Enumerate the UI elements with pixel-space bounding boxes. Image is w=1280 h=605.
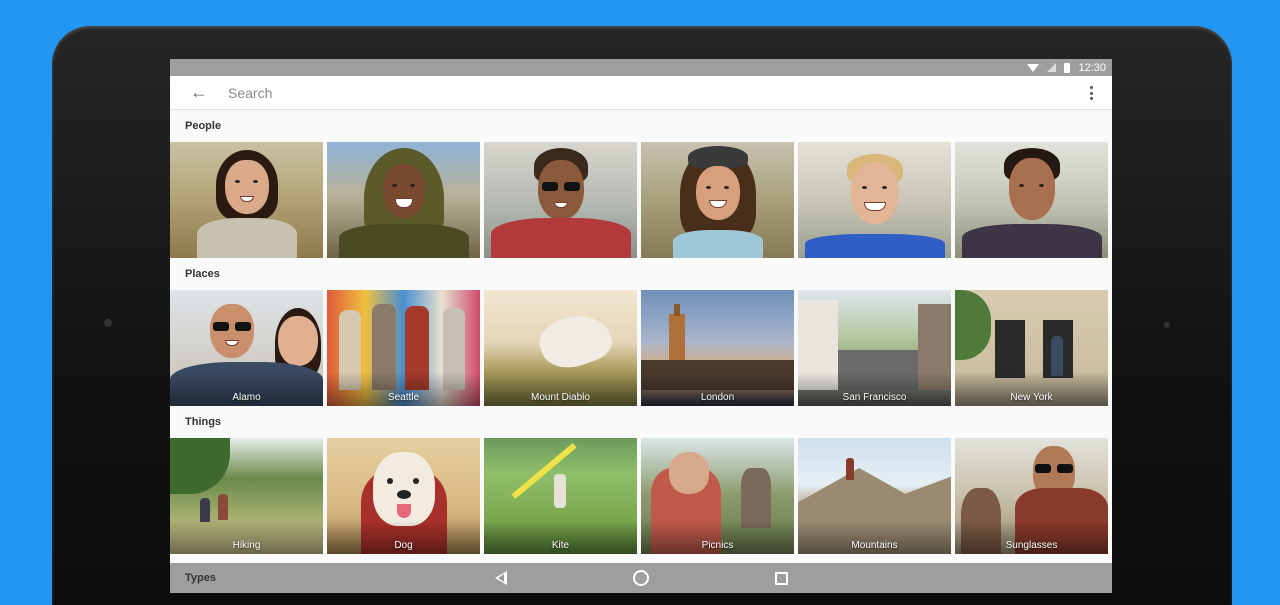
place-label: Alamo (232, 392, 261, 403)
search-bar: ← (170, 76, 1112, 110)
people-grid (170, 142, 1112, 258)
section-title-things: Things (185, 416, 222, 428)
arrow-left-icon[interactable]: ← (170, 76, 228, 110)
status-bar: 12:30 (170, 59, 1112, 76)
status-time: 12:30 (1078, 61, 1106, 74)
place-label: San Francisco (842, 392, 907, 403)
place-tile-alamo[interactable]: Alamo (170, 290, 323, 406)
person-tile[interactable] (327, 142, 480, 258)
thing-tile-dog[interactable]: Dog (327, 438, 480, 554)
thing-label: Mountains (851, 540, 898, 551)
place-tile-san-francisco[interactable]: San Francisco (798, 290, 951, 406)
thing-label: Kite (551, 540, 570, 551)
place-tile-mount-diablo[interactable]: Mount Diablo (484, 290, 637, 406)
thing-label: Sunglasses (1005, 540, 1058, 551)
thing-tile-mountains[interactable]: Mountains (798, 438, 951, 554)
section-title-types: Types (185, 572, 216, 584)
thing-tile-sunglasses[interactable]: Sunglasses (955, 438, 1108, 554)
person-tile[interactable] (641, 142, 794, 258)
thing-tile-hiking[interactable]: Hiking (170, 438, 323, 554)
place-tile-seattle[interactable]: Seattle (327, 290, 480, 406)
places-grid: Alamo Seattle Mount Diablo London San Fr… (170, 290, 1112, 406)
thing-label: Dog (394, 540, 413, 551)
front-camera-icon (98, 316, 116, 330)
place-label: Seattle (387, 392, 420, 403)
thing-tile-kite[interactable]: Kite (484, 438, 637, 554)
photos-search-screen: 12:30 ← People (170, 59, 1112, 593)
place-tile-london[interactable]: London (641, 290, 794, 406)
place-label: Mount Diablo (531, 392, 590, 403)
search-input[interactable] (228, 84, 528, 101)
wifi-icon (1027, 63, 1040, 72)
place-tile-new-york[interactable]: New York (955, 290, 1108, 406)
person-tile[interactable] (955, 142, 1108, 258)
person-tile[interactable] (798, 142, 951, 258)
things-grid: Hiking Dog Kite Picnics Mountains Sungla… (170, 438, 1112, 554)
person-tile[interactable] (484, 142, 637, 258)
section-title-places: Places (185, 268, 220, 280)
thing-tile-picnics[interactable]: Picnics (641, 438, 794, 554)
section-title-people: People (185, 120, 222, 132)
sensor-icon (1162, 320, 1174, 332)
signal-icon (1047, 63, 1057, 72)
place-label: London (700, 392, 735, 403)
more-vert-icon[interactable] (1086, 84, 1096, 102)
place-label: New York (1010, 392, 1053, 403)
thing-label: Picnics (701, 540, 734, 551)
battery-icon (1064, 62, 1071, 73)
person-tile[interactable] (170, 142, 323, 258)
thing-label: Hiking (232, 540, 261, 551)
